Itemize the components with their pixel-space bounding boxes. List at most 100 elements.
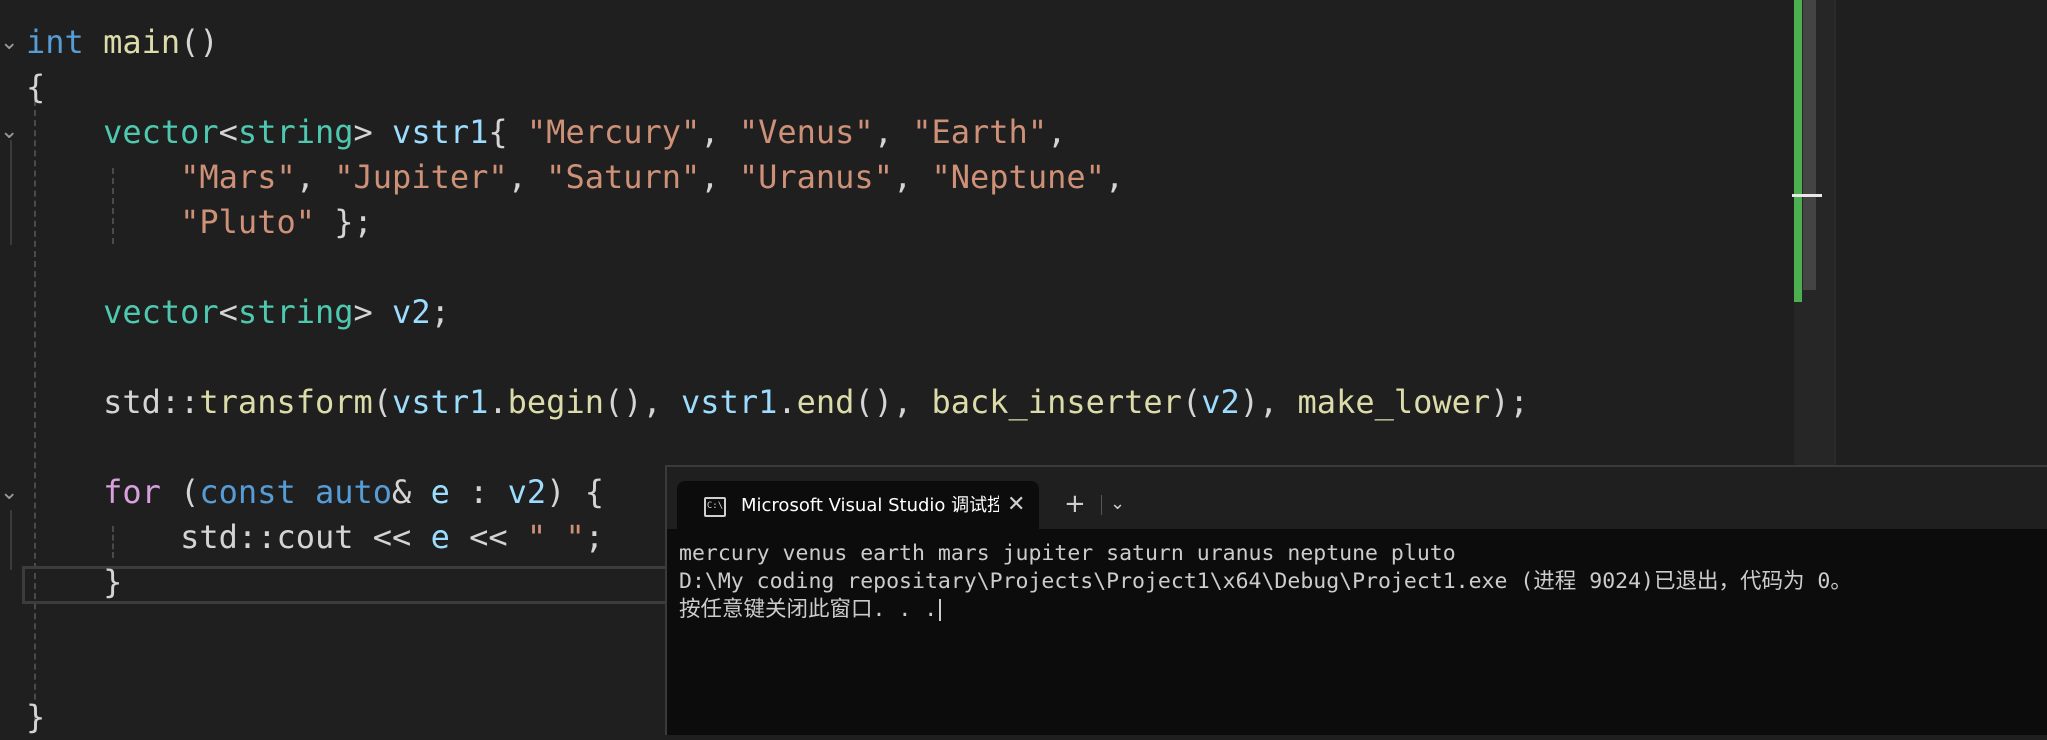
- code-token: ,: [892, 158, 932, 196]
- code-token: " ": [526, 518, 585, 556]
- code-line[interactable]: std::transform(vstr1.begin(), vstr1.end(…: [26, 380, 1529, 425]
- code-line[interactable]: vector<string> vstr1{ "Mercury", "Venus"…: [26, 110, 1066, 155]
- code-token: <<: [353, 518, 431, 556]
- code-line[interactable]: for (const auto& e : v2) {: [26, 470, 604, 515]
- code-token: begin: [507, 383, 604, 421]
- code-token: (: [160, 473, 200, 511]
- code-token: vstr1: [392, 113, 489, 151]
- code-token: {: [26, 68, 46, 106]
- code-line[interactable]: }: [26, 695, 45, 740]
- code-line[interactable]: "Mars", "Jupiter", "Saturn", "Uranus", "…: [26, 155, 1124, 200]
- code-token: const: [199, 473, 296, 511]
- code-token: (): [180, 23, 219, 61]
- code-token: ) {: [546, 473, 604, 511]
- chevron-down-icon[interactable]: ⌄: [0, 32, 18, 54]
- code-token: make_lower: [1297, 383, 1491, 421]
- text-cursor: [939, 599, 942, 621]
- code-token: ::: [237, 518, 277, 556]
- console-prompt-text: 按任意键关闭此窗口. . .: [679, 597, 938, 622]
- debug-console-window[interactable]: C:\ Microsoft Visual Studio 调试控制台 ✕ + ⌄ …: [665, 465, 2047, 735]
- code-token: "Neptune": [931, 158, 1105, 196]
- code-token: vstr1: [681, 383, 778, 421]
- code-token: ::: [160, 383, 200, 421]
- code-token: "Mercury": [526, 113, 701, 151]
- console-output-line: mercury venus earth mars jupiter saturn …: [679, 541, 1456, 566]
- code-token: "Saturn": [546, 158, 701, 196]
- code-token: ;: [584, 518, 604, 556]
- console-tab[interactable]: C:\ Microsoft Visual Studio 调试控制台 ✕: [677, 481, 1039, 529]
- code-token: <: [218, 113, 238, 151]
- terminal-icon: C:\: [704, 497, 726, 517]
- code-token: ,: [700, 158, 739, 196]
- code-line[interactable]: "Pluto" };: [26, 200, 373, 245]
- code-token: end: [796, 383, 855, 421]
- code-token: );: [1490, 383, 1529, 421]
- chevron-down-icon[interactable]: ⌄: [0, 482, 18, 504]
- code-token: v2: [507, 473, 547, 511]
- code-token: .: [777, 383, 797, 421]
- code-token: "Earth": [912, 113, 1048, 151]
- code-token: ;: [430, 293, 450, 331]
- code-token: .: [488, 383, 508, 421]
- code-token: std: [180, 518, 238, 556]
- code-token: e: [430, 518, 450, 556]
- code-token: ,: [295, 158, 335, 196]
- scope-guide-line: [10, 510, 12, 570]
- code-token: v2: [1201, 383, 1240, 421]
- code-token: :: [449, 473, 508, 511]
- chevron-down-icon[interactable]: ⌄: [1110, 489, 1125, 519]
- chevron-down-icon[interactable]: ⌄: [0, 121, 18, 143]
- code-token: main: [103, 23, 181, 61]
- code-token: string: [237, 293, 354, 331]
- scope-guide-line: [10, 140, 12, 245]
- code-token: for: [103, 473, 161, 511]
- caret-position-marker: [1792, 194, 1822, 197]
- code-token: e: [430, 473, 450, 511]
- code-token: <<: [449, 518, 527, 556]
- code-line[interactable]: vector<string> v2;: [26, 290, 450, 335]
- code-token: ,: [507, 158, 547, 196]
- code-token: <: [218, 293, 238, 331]
- code-token: ,: [1047, 113, 1067, 151]
- code-token: "Jupiter": [334, 158, 508, 196]
- code-token: {: [488, 113, 527, 151]
- scrollbar-thumb[interactable]: [1803, 0, 1816, 290]
- code-token: ,: [700, 113, 739, 151]
- new-tab-button[interactable]: +: [1064, 489, 1086, 519]
- tab-divider: [1101, 495, 1102, 515]
- console-tab-bar: C:\ Microsoft Visual Studio 调试控制台 ✕ + ⌄: [667, 467, 2047, 529]
- code-token: "Mars": [180, 158, 296, 196]
- console-tab-title: Microsoft Visual Studio 调试控制台: [741, 495, 999, 516]
- code-line[interactable]: {: [26, 65, 45, 110]
- code-token: (),: [603, 383, 682, 421]
- code-token: (),: [854, 383, 932, 421]
- code-token: }: [103, 563, 123, 601]
- code-token: ),: [1239, 383, 1298, 421]
- code-line[interactable]: }: [26, 560, 122, 605]
- code-token: (: [372, 383, 393, 421]
- code-token: int: [26, 23, 84, 61]
- code-token: v2: [392, 293, 431, 331]
- code-token: vector: [103, 113, 219, 151]
- code-token: };: [314, 203, 373, 241]
- code-token: &: [392, 473, 431, 511]
- code-line[interactable]: std::cout << e << " ";: [26, 515, 604, 560]
- code-token: vector: [103, 293, 219, 331]
- code-token: ,: [873, 113, 913, 151]
- code-token: >: [353, 113, 393, 151]
- code-token: "Uranus": [738, 158, 893, 196]
- code-line[interactable]: int main(): [26, 20, 219, 65]
- code-token: auto: [314, 473, 393, 511]
- close-icon[interactable]: ✕: [1007, 491, 1025, 519]
- code-token: vstr1: [392, 383, 489, 421]
- code-token: std: [103, 383, 161, 421]
